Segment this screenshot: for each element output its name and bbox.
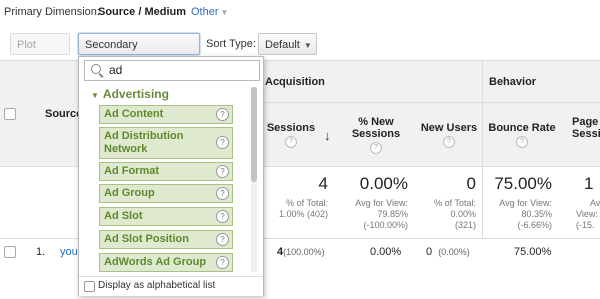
summary-new-users-sub3: (321)	[454, 220, 476, 230]
row-new-users-pct: (0.00%)	[438, 247, 470, 257]
sessions-column-header[interactable]: Sessions?	[266, 122, 316, 148]
summary-new-users-value: 0	[466, 174, 476, 193]
chevron-down-icon: ▼	[303, 41, 312, 50]
caret-down-icon: ▼	[91, 91, 99, 100]
help-icon[interactable]: ?	[216, 255, 229, 269]
new-sessions-column-header[interactable]: % New Sessions?	[343, 116, 409, 154]
row-new-users: 0 (0.00%)	[426, 246, 470, 258]
dimension-item-label: Ad Distribution Network	[104, 130, 184, 155]
summary-pages-sub3: (-15.	[576, 220, 595, 230]
help-icon[interactable]: ?	[443, 136, 455, 148]
sort-type-label: Sort Type:	[206, 38, 256, 50]
summary-new-sessions-sub1: Avg for View:	[355, 198, 408, 208]
help-icon[interactable]: ?	[216, 186, 229, 200]
dimension-item-ad-slot[interactable]: Ad Slot?	[99, 207, 233, 226]
sort-type-value: Default	[265, 39, 300, 51]
sessions-header-label: Sessions	[266, 122, 316, 134]
summary-new-sessions-value: 0.00%	[359, 174, 408, 193]
behavior-group-header: Behavior	[489, 76, 537, 88]
acquisition-group-header: Acquisition	[265, 76, 325, 88]
help-icon[interactable]: ?	[216, 232, 229, 246]
summary-bounce-rate-value: 75.00%	[494, 174, 552, 193]
summary-new-users-sub1: % of Total:	[434, 198, 476, 208]
dimension-item-ad-content[interactable]: Ad Content?	[99, 105, 233, 124]
category-label: Advertising	[102, 87, 169, 101]
summary-new-users-sub2: 0.00%	[450, 209, 476, 219]
primary-dimension-other[interactable]: Other ▼	[191, 6, 228, 18]
row-sessions-pct: (100.00%)	[283, 247, 325, 257]
help-icon[interactable]: ?	[216, 107, 229, 121]
secondary-dimension-button[interactable]: Secondary dimension▼	[78, 33, 200, 73]
dimension-item-adwords-ad-group[interactable]: AdWords Ad Group?	[99, 253, 233, 272]
summary-bounce-rate-sub1: Avg for View:	[499, 198, 552, 208]
search-icon	[91, 64, 101, 74]
row-new-users-value: 0	[426, 246, 433, 258]
help-icon[interactable]: ?	[216, 136, 229, 149]
sort-descending-arrow-icon: ↓	[324, 128, 331, 143]
dropdown-scrollbar-thumb[interactable]	[251, 87, 257, 182]
primary-dimension-source-medium[interactable]: Source / Medium	[98, 6, 186, 18]
group-divider	[258, 102, 600, 103]
summary-bounce-rate-sub3: (-6.66%)	[517, 220, 552, 230]
summary-new-sessions-sub2: 79.85%	[377, 209, 408, 219]
new-users-column-header[interactable]: New Users?	[418, 122, 480, 148]
summary-sessions-sub1: % of Total:	[286, 198, 328, 208]
help-icon[interactable]: ?	[370, 142, 382, 154]
category-advertising[interactable]: ▼ Advertising	[91, 87, 169, 101]
row-new-sessions: 0.00%	[370, 246, 402, 258]
dropdown-footer: Display as alphabetical list	[79, 276, 263, 296]
summary-pages-value: 1	[584, 174, 594, 193]
alphabetical-list-checkbox[interactable]	[84, 281, 95, 292]
summary-sessions-value: 4	[318, 174, 328, 193]
dimension-item-label: Ad Group	[104, 187, 155, 199]
alphabetical-list-label[interactable]: Display as alphabetical list	[98, 280, 215, 291]
bounce-rate-column-header[interactable]: Bounce Rate?	[488, 122, 556, 148]
help-icon[interactable]: ?	[216, 164, 229, 178]
summary-pages-sub1: Av	[590, 198, 600, 208]
summary-bounce-rate-sub2: 80.35%	[521, 209, 552, 219]
row-index: 1.	[36, 246, 46, 258]
new-users-header-label: New Users	[420, 122, 478, 134]
pages-session-column-header[interactable]: Page Sessi	[572, 116, 600, 140]
help-icon[interactable]: ?	[516, 136, 528, 148]
sort-type-select[interactable]: Default ▼	[258, 33, 317, 55]
source-column-header[interactable]: Source	[45, 108, 82, 120]
help-icon[interactable]: ?	[216, 209, 229, 223]
row-source-link[interactable]: you	[60, 246, 78, 258]
column-divider	[482, 60, 483, 238]
summary-new-sessions-sub3: (-100.00%)	[363, 220, 408, 230]
other-link-label[interactable]: Other	[191, 6, 219, 18]
dimension-item-label: AdWords Ad Group	[104, 256, 207, 268]
secondary-dimension-dropdown: ▼Advertising Ad Content? Ad Distribution…	[78, 56, 264, 296]
plot-rows-button[interactable]: Plot Rows	[10, 33, 70, 73]
summary-sessions-sub2: 1.00% (402)	[278, 209, 328, 219]
row-checkbox[interactable]	[4, 246, 16, 258]
dimension-item-ad-distribution-network[interactable]: Ad Distribution Network?	[99, 127, 233, 159]
dimension-item-label: Ad Content	[104, 108, 164, 120]
help-icon[interactable]: ?	[285, 136, 297, 148]
dimension-search-input[interactable]	[109, 62, 249, 78]
pages-session-header-label: Page Sessi	[572, 116, 600, 140]
chevron-down-icon: ▼	[220, 8, 229, 17]
bounce-rate-header-label: Bounce Rate	[488, 122, 556, 134]
row-sessions: 4(100.00%)	[277, 246, 325, 258]
dimension-item-ad-format[interactable]: Ad Format?	[99, 162, 233, 181]
dimension-item-label: Ad Format	[104, 165, 159, 177]
select-all-checkbox[interactable]	[4, 108, 16, 120]
new-sessions-header-label: % New Sessions	[351, 116, 401, 140]
dimension-search-box[interactable]	[84, 60, 260, 81]
primary-dimension-label: Primary Dimension:	[4, 6, 100, 18]
dimension-item-label: Ad Slot Position	[104, 233, 189, 245]
row-bounce-rate: 75.00%	[514, 246, 552, 258]
summary-pages-sub2: View:	[576, 209, 598, 219]
dimension-item-label: Ad Slot	[104, 210, 143, 222]
dimension-item-ad-group[interactable]: Ad Group?	[99, 184, 233, 203]
dimension-item-ad-slot-position[interactable]: Ad Slot Position?	[99, 230, 233, 249]
